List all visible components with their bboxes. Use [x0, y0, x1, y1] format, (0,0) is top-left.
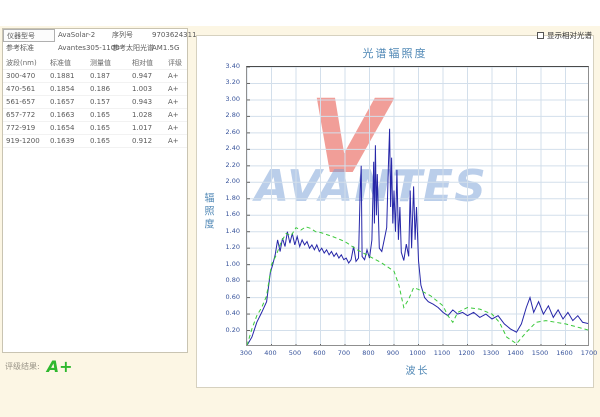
x-tick-label: 700: [332, 349, 356, 357]
x-tick-label: 800: [357, 349, 381, 357]
band-cell: 0.165: [87, 135, 129, 148]
info-cell: 仪器型号: [3, 29, 55, 42]
x-tick-label: 600: [308, 349, 332, 357]
y-tick-label: 1.20: [200, 243, 240, 251]
band-cell: 0.187: [87, 70, 129, 83]
band-cell: 0.1663: [47, 109, 87, 122]
band-header-cell: 标准值: [47, 57, 87, 70]
y-axis-label: 辐照度: [200, 192, 215, 231]
y-tick-label: 0.20: [200, 326, 240, 334]
band-cell: 919-1200: [3, 135, 47, 148]
band-cell: A+: [165, 135, 187, 148]
band-cell: 0.1854: [47, 83, 87, 96]
band-cell: 300-470: [3, 70, 47, 83]
y-tick-label: 3.00: [200, 95, 240, 103]
y-tick-label: 1.00: [200, 260, 240, 268]
top-strip: [0, 0, 600, 26]
x-tick-label: 1100: [430, 349, 454, 357]
band-header-cell: 相对值: [129, 57, 165, 70]
band-cell: 1.028: [129, 109, 165, 122]
x-tick-label: 1600: [553, 349, 577, 357]
band-cell: A+: [165, 122, 187, 135]
info-cell: 9703624311: [149, 29, 187, 42]
y-tick-label: 3.40: [200, 62, 240, 70]
band-header-cell: 评级: [165, 57, 187, 70]
x-axis-label: 波长: [246, 362, 589, 377]
band-cell: 1.017: [129, 122, 165, 135]
y-tick-label: 2.20: [200, 161, 240, 169]
band-cell: 0.1657: [47, 96, 87, 109]
spectrum-curves: [247, 67, 589, 346]
x-tick-label: 500: [283, 349, 307, 357]
band-cell: 0.1654: [47, 122, 87, 135]
band-cell: 0.165: [87, 109, 129, 122]
y-tick-label: 2.40: [200, 144, 240, 152]
band-cell: 0.165: [87, 122, 129, 135]
band-header-cell: 测量值: [87, 57, 129, 70]
band-cell: 561-657: [3, 96, 47, 109]
band-cell: 0.947: [129, 70, 165, 83]
x-tick-label: 1200: [455, 349, 479, 357]
info-cell: AM1.5G: [149, 42, 187, 55]
x-tick-label: 300: [234, 349, 258, 357]
info-cell: 序列号: [109, 29, 149, 42]
x-tick-label: 1000: [406, 349, 430, 357]
measurement-data-panel: 仪器型号AvaSolar-2序列号9703624311 参考标准Avantes30…: [2, 28, 188, 353]
show-relative-spectrum-checkbox[interactable]: 显示相对光谱: [537, 30, 592, 41]
band-cell: 772-919: [3, 122, 47, 135]
band-cell: 0.157: [87, 96, 129, 109]
band-cell: 1.003: [129, 83, 165, 96]
info-cell: Avantes305-1100: [55, 42, 109, 55]
app-window: { "colors":{"accent_green":"#2eb82e","ti…: [0, 0, 600, 417]
band-rating-table: 波段(nm)标准值测量值相对值评级 300-4700.18810.1870.947…: [3, 57, 187, 148]
x-tick-label: 1700: [577, 349, 600, 357]
info-cell: 参考太阳光谱: [109, 42, 149, 55]
band-cell: 0.1881: [47, 70, 87, 83]
band-cell: 0.912: [129, 135, 165, 148]
x-tick-label: 1300: [479, 349, 503, 357]
checkbox-icon: [537, 32, 544, 39]
x-tick-label: 1400: [504, 349, 528, 357]
rating-result-grade: A+: [47, 357, 73, 376]
spectrum-plot: V AVANTES: [246, 66, 589, 346]
band-cell: A+: [165, 109, 187, 122]
y-tick-label: 0.60: [200, 293, 240, 301]
y-tick-label: 0.80: [200, 276, 240, 284]
checkbox-label: 显示相对光谱: [547, 30, 592, 41]
info-cell: AvaSolar-2: [55, 29, 109, 42]
band-cell: 470-561: [3, 83, 47, 96]
x-tick-label: 900: [381, 349, 405, 357]
band-cell: A+: [165, 96, 187, 109]
x-tick-label: 1500: [528, 349, 552, 357]
info-cell: 参考标准: [3, 42, 55, 55]
x-axis-tick-labels: 3004005006007008009001000110012001300140…: [246, 349, 589, 359]
spectrum-chart-panel: 光谱辐照度 0.200.400.600.801.001.201.401.601.…: [196, 35, 594, 388]
rating-result: 评级结果: A+: [5, 357, 73, 376]
rating-result-label: 评级结果:: [5, 361, 40, 372]
band-cell: A+: [165, 70, 187, 83]
band-cell: A+: [165, 83, 187, 96]
band-cell: 0.186: [87, 83, 129, 96]
band-cell: 0.943: [129, 96, 165, 109]
y-tick-label: 2.80: [200, 111, 240, 119]
band-cell: 0.1639: [47, 135, 87, 148]
band-cell: 657-772: [3, 109, 47, 122]
instrument-info-table: 仪器型号AvaSolar-2序列号9703624311 参考标准Avantes30…: [3, 29, 187, 55]
y-tick-label: 3.20: [200, 78, 240, 86]
y-tick-label: 2.00: [200, 177, 240, 185]
y-tick-label: 2.60: [200, 128, 240, 136]
x-tick-label: 400: [259, 349, 283, 357]
chart-title: 光谱辐照度: [197, 45, 593, 61]
band-header-cell: 波段(nm): [3, 57, 47, 70]
y-tick-label: 0.40: [200, 309, 240, 317]
